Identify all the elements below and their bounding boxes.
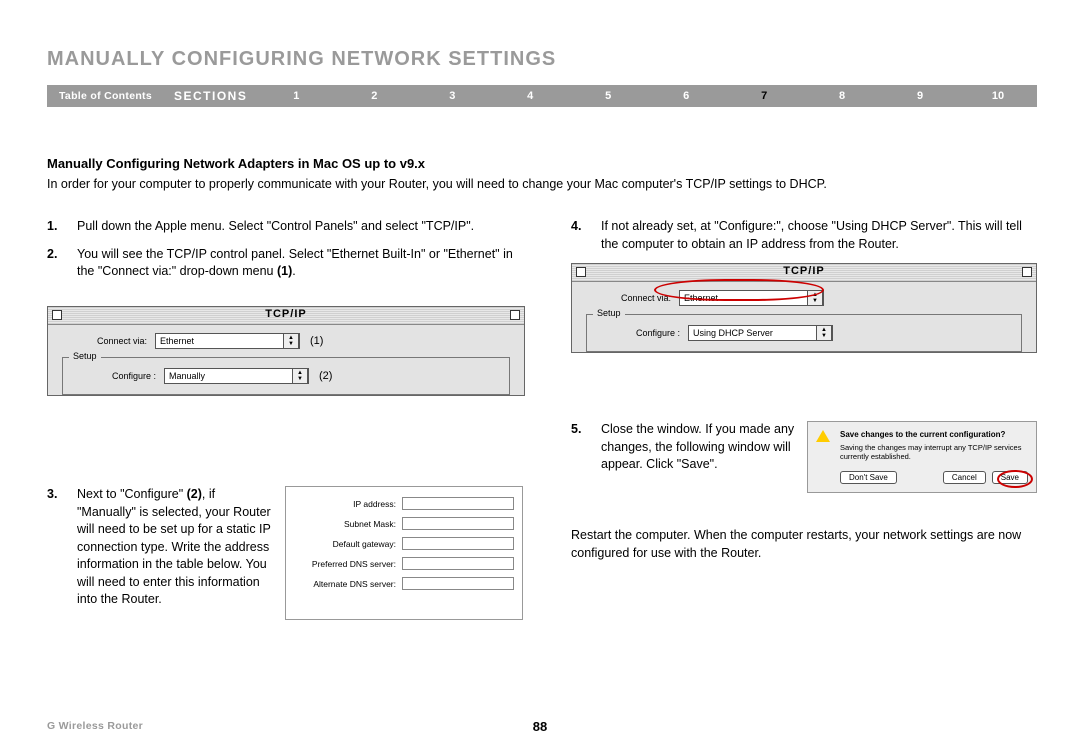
page-title: MANUALLY CONFIGURING NETWORK SETTINGS <box>47 48 556 71</box>
dialog-message-2: Saving the changes may interrupt any TCP… <box>840 443 1028 461</box>
step-3: 3. Next to "Configure" (2), if "Manually… <box>47 486 277 620</box>
dropdown-arrows-icon: ▲▼ <box>283 333 299 349</box>
tcpip-window-title: TCP/IP <box>48 308 524 320</box>
section-nav-bar: Table of Contents SECTIONS 1 2 3 4 5 6 7… <box>47 85 1037 107</box>
dialog-message-1: Save changes to the current configuratio… <box>840 430 1028 439</box>
ip-address-label: IP address: <box>294 499 396 509</box>
step-3-wrap: 3. Next to "Configure" (2), if "Manually… <box>47 486 525 620</box>
step-1: 1. Pull down the Apple menu. Select "Con… <box>47 218 525 236</box>
nav-item-5[interactable]: 5 <box>569 90 647 102</box>
step-3-callout: (2) <box>187 487 202 501</box>
nav-table-of-contents[interactable]: Table of Contents <box>47 90 164 102</box>
step-4: 4. If not already set, at "Configure:", … <box>571 218 1037 253</box>
window-zoom-icon[interactable] <box>1022 267 1032 277</box>
default-gateway-label: Default gateway: <box>294 539 396 549</box>
step-1-number: 1. <box>47 218 57 236</box>
connect-via-value-dhcp: Ethernet <box>684 293 718 303</box>
connect-via-label: Connect via: <box>62 336 147 346</box>
save-changes-dialog: Save changes to the current configuratio… <box>807 421 1037 493</box>
right-column: 4. If not already set, at "Configure:", … <box>571 218 1037 562</box>
step-2-callout: (1) <box>277 264 292 278</box>
configure-label-dhcp: Configure : <box>595 328 680 338</box>
step-3-text-a: Next to "Configure" <box>77 487 187 501</box>
step-3-text-c: , if "Manually" is selected, your Router… <box>77 487 271 606</box>
preferred-dns-field[interactable] <box>402 557 514 570</box>
configure-dropdown-dhcp[interactable]: Using DHCP Server ▲▼ <box>688 325 833 341</box>
default-gateway-field[interactable] <box>402 537 514 550</box>
step-5-wrap: 5. Close the window. If you made any cha… <box>571 421 1037 493</box>
step-3-number: 3. <box>47 486 57 504</box>
step-4-number: 4. <box>571 218 581 236</box>
tcpip-panel-dhcp: TCP/IP Connect via: Ethernet ▲▼ Setup Co… <box>571 263 1037 353</box>
subnet-mask-label: Subnet Mask: <box>294 519 396 529</box>
callout-2: (2) <box>319 370 332 382</box>
nav-items: 1 2 3 4 5 6 7 8 9 10 <box>257 90 1037 102</box>
step-1-text: Pull down the Apple menu. Select "Contro… <box>77 219 474 233</box>
nav-item-8[interactable]: 8 <box>803 90 881 102</box>
ip-address-field[interactable] <box>402 497 514 510</box>
nav-item-6[interactable]: 6 <box>647 90 725 102</box>
connect-via-dropdown-dhcp[interactable]: Ethernet ▲▼ <box>679 290 824 306</box>
step-2: 2. You will see the TCP/IP control panel… <box>47 246 525 281</box>
step-5-text: Close the window. If you made any change… <box>601 422 794 471</box>
setup-frame: Setup Configure : Manually ▲▼ (2) <box>62 357 510 395</box>
dont-save-button[interactable]: Don't Save <box>840 471 897 484</box>
window-zoom-icon[interactable] <box>510 310 520 320</box>
configure-label: Configure : <box>71 371 156 381</box>
nav-item-7[interactable]: 7 <box>725 90 803 102</box>
restart-paragraph: Restart the computer. When the computer … <box>571 527 1037 562</box>
section-subheading: Manually Configuring Network Adapters in… <box>47 156 425 171</box>
subnet-mask-field[interactable] <box>402 517 514 530</box>
alternate-dns-field[interactable] <box>402 577 514 590</box>
step-2-text-c: . <box>292 264 295 278</box>
configure-value-manual: Manually <box>169 371 205 381</box>
warning-icon <box>816 430 830 442</box>
setup-legend: Setup <box>69 351 101 361</box>
left-column: 1. Pull down the Apple menu. Select "Con… <box>47 218 525 291</box>
connect-via-dropdown[interactable]: Ethernet ▲▼ <box>155 333 300 349</box>
tcpip-titlebar-dhcp: TCP/IP <box>572 264 1036 282</box>
preferred-dns-label: Preferred DNS server: <box>294 559 396 569</box>
alternate-dns-label: Alternate DNS server: <box>294 579 396 589</box>
step-5: 5. Close the window. If you made any cha… <box>571 421 801 493</box>
footer-page-number: 88 <box>0 719 1080 734</box>
ip-address-table: IP address: Subnet Mask: Default gateway… <box>285 486 523 620</box>
setup-frame-dhcp: Setup Configure : Using DHCP Server ▲▼ <box>586 314 1022 352</box>
connect-via-value: Ethernet <box>160 336 194 346</box>
nav-item-1[interactable]: 1 <box>257 90 335 102</box>
dropdown-arrows-icon: ▲▼ <box>292 368 308 384</box>
step-2-number: 2. <box>47 246 57 264</box>
dropdown-arrows-icon: ▲▼ <box>816 325 832 341</box>
cancel-button[interactable]: Cancel <box>943 471 986 484</box>
step-5-number: 5. <box>571 421 581 439</box>
nav-item-9[interactable]: 9 <box>881 90 959 102</box>
step-4-text: If not already set, at "Configure:", cho… <box>601 219 1022 251</box>
configure-dropdown-manual[interactable]: Manually ▲▼ <box>164 368 309 384</box>
connect-via-label-dhcp: Connect via: <box>586 293 671 303</box>
nav-item-3[interactable]: 3 <box>413 90 491 102</box>
setup-legend-dhcp: Setup <box>593 308 625 318</box>
nav-item-10[interactable]: 10 <box>959 90 1037 102</box>
tcpip-titlebar: TCP/IP <box>48 307 524 325</box>
intro-paragraph: In order for your computer to properly c… <box>47 176 1037 193</box>
tcpip-window-title-dhcp: TCP/IP <box>572 265 1036 277</box>
nav-item-2[interactable]: 2 <box>335 90 413 102</box>
configure-value-dhcp: Using DHCP Server <box>693 328 773 338</box>
nav-sections-label: SECTIONS <box>164 89 257 103</box>
dropdown-arrows-icon: ▲▼ <box>807 290 823 306</box>
callout-1: (1) <box>310 335 323 347</box>
nav-item-4[interactable]: 4 <box>491 90 569 102</box>
save-button[interactable]: Save <box>992 471 1028 484</box>
tcpip-panel-manual: TCP/IP Connect via: Ethernet ▲▼ (1) Setu… <box>47 306 525 396</box>
